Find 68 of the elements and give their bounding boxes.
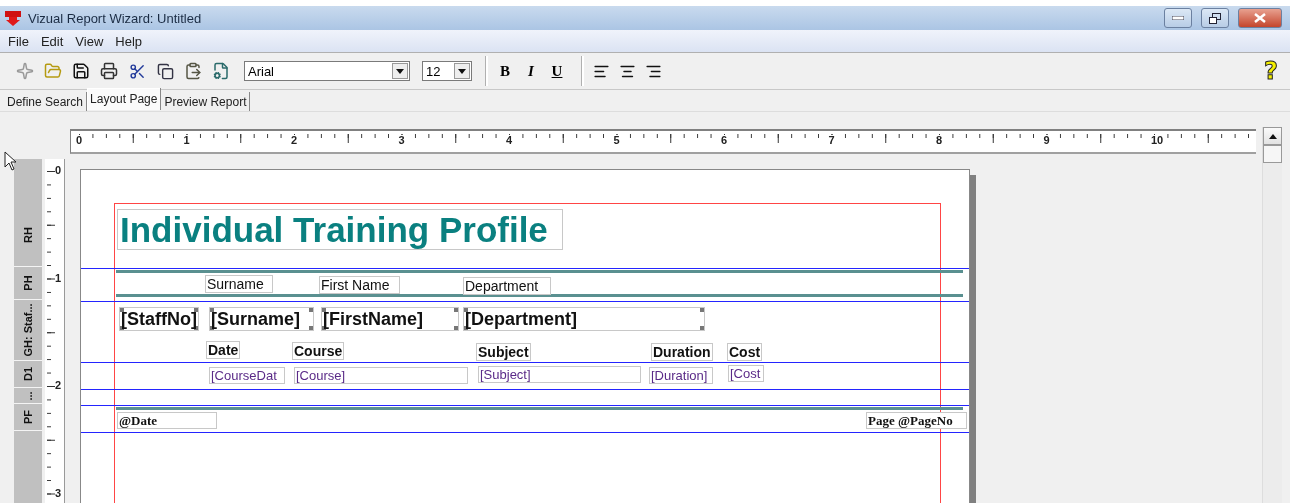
restore-button[interactable] [1201, 8, 1229, 28]
ruler-number: 4 [506, 135, 513, 146]
band-label: PF [22, 409, 34, 425]
format-button[interactable]: U [546, 59, 568, 83]
ruler-number: 0 [76, 135, 83, 146]
font-name-dropdown[interactable]: Arial [244, 61, 410, 81]
band-label: D1 [22, 366, 34, 382]
tab[interactable]: Layout Page [87, 88, 162, 110]
window-title: Vizual Report Wizard: Untitled [28, 10, 203, 26]
close-icon [1254, 13, 1266, 23]
band-label: PH [22, 275, 34, 291]
ruler-number: 10 [1151, 135, 1164, 146]
column-heading[interactable]: Date [206, 341, 241, 359]
font-size-dropdown[interactable]: 12 [422, 61, 472, 81]
column-heading[interactable]: Course [292, 342, 345, 360]
data-field[interactable]: [CourseDat [209, 367, 285, 384]
ruler-number: 1 [55, 272, 62, 284]
group-field[interactable]: [StaffNo] [119, 307, 199, 331]
tab[interactable]: Preview Report [161, 92, 251, 111]
data-field[interactable]: [Cost [728, 365, 764, 382]
print-icon[interactable] [98, 60, 120, 82]
ruler-number: 5 [613, 135, 620, 146]
column-heading[interactable]: Surname [205, 275, 273, 293]
ruler-number: 0 [55, 165, 62, 176]
scroll-thumb[interactable] [1263, 145, 1282, 163]
band-label: ... [22, 390, 34, 401]
app-icon [4, 10, 22, 26]
ruler-number: 8 [936, 135, 943, 146]
column-heading[interactable]: Duration [651, 343, 713, 361]
column-heading[interactable]: First Name [319, 276, 400, 294]
column-heading[interactable]: Cost [727, 343, 763, 361]
band-label: RH [22, 226, 34, 243]
ruler-number: 9 [1043, 135, 1050, 146]
format-button[interactable]: B [494, 59, 516, 83]
data-field[interactable]: [Duration] [649, 367, 713, 384]
group-field[interactable]: [FirstName] [321, 307, 459, 331]
band-label: GH: Staf... [22, 303, 34, 357]
group-field[interactable]: [Surname] [209, 307, 314, 331]
scrollbar[interactable] [1262, 127, 1282, 503]
column-heading[interactable]: Subject [476, 343, 531, 361]
restore-icon [1209, 12, 1221, 24]
data-field[interactable]: [Course] [294, 367, 468, 384]
format-button[interactable]: I [520, 59, 542, 83]
menu-item[interactable]: File [2, 33, 35, 49]
ruler-number: 2 [291, 135, 298, 146]
ruler-number: 2 [55, 380, 62, 391]
close-button[interactable] [1238, 8, 1282, 28]
ruler-number: 1 [183, 135, 190, 146]
group-field[interactable]: [Department] [463, 307, 705, 331]
footer-field[interactable]: Page @PageNo [866, 412, 967, 429]
up-arrow-icon [1268, 133, 1277, 139]
scroll-up-button[interactable] [1263, 127, 1282, 145]
ruler-number: 3 [398, 135, 405, 146]
caret-icon [458, 68, 466, 74]
minimize-button[interactable] [1164, 8, 1192, 28]
data-field[interactable]: [Subject] [478, 366, 641, 383]
ruler-number: 3 [55, 487, 62, 499]
minimize-icon [1172, 16, 1184, 20]
caret-icon [396, 68, 404, 74]
menu-item[interactable]: View [69, 33, 110, 49]
menu-item[interactable]: Edit [34, 33, 70, 49]
menu-item[interactable]: Help [109, 33, 149, 49]
mouse-pointer-icon [4, 151, 18, 171]
ruler-number: 6 [721, 135, 728, 146]
footer-field[interactable]: @Date [117, 412, 217, 429]
ruler-number: 7 [828, 135, 835, 146]
report-title[interactable]: Individual Training Profile [117, 209, 563, 250]
column-heading[interactable]: Department [463, 277, 551, 295]
